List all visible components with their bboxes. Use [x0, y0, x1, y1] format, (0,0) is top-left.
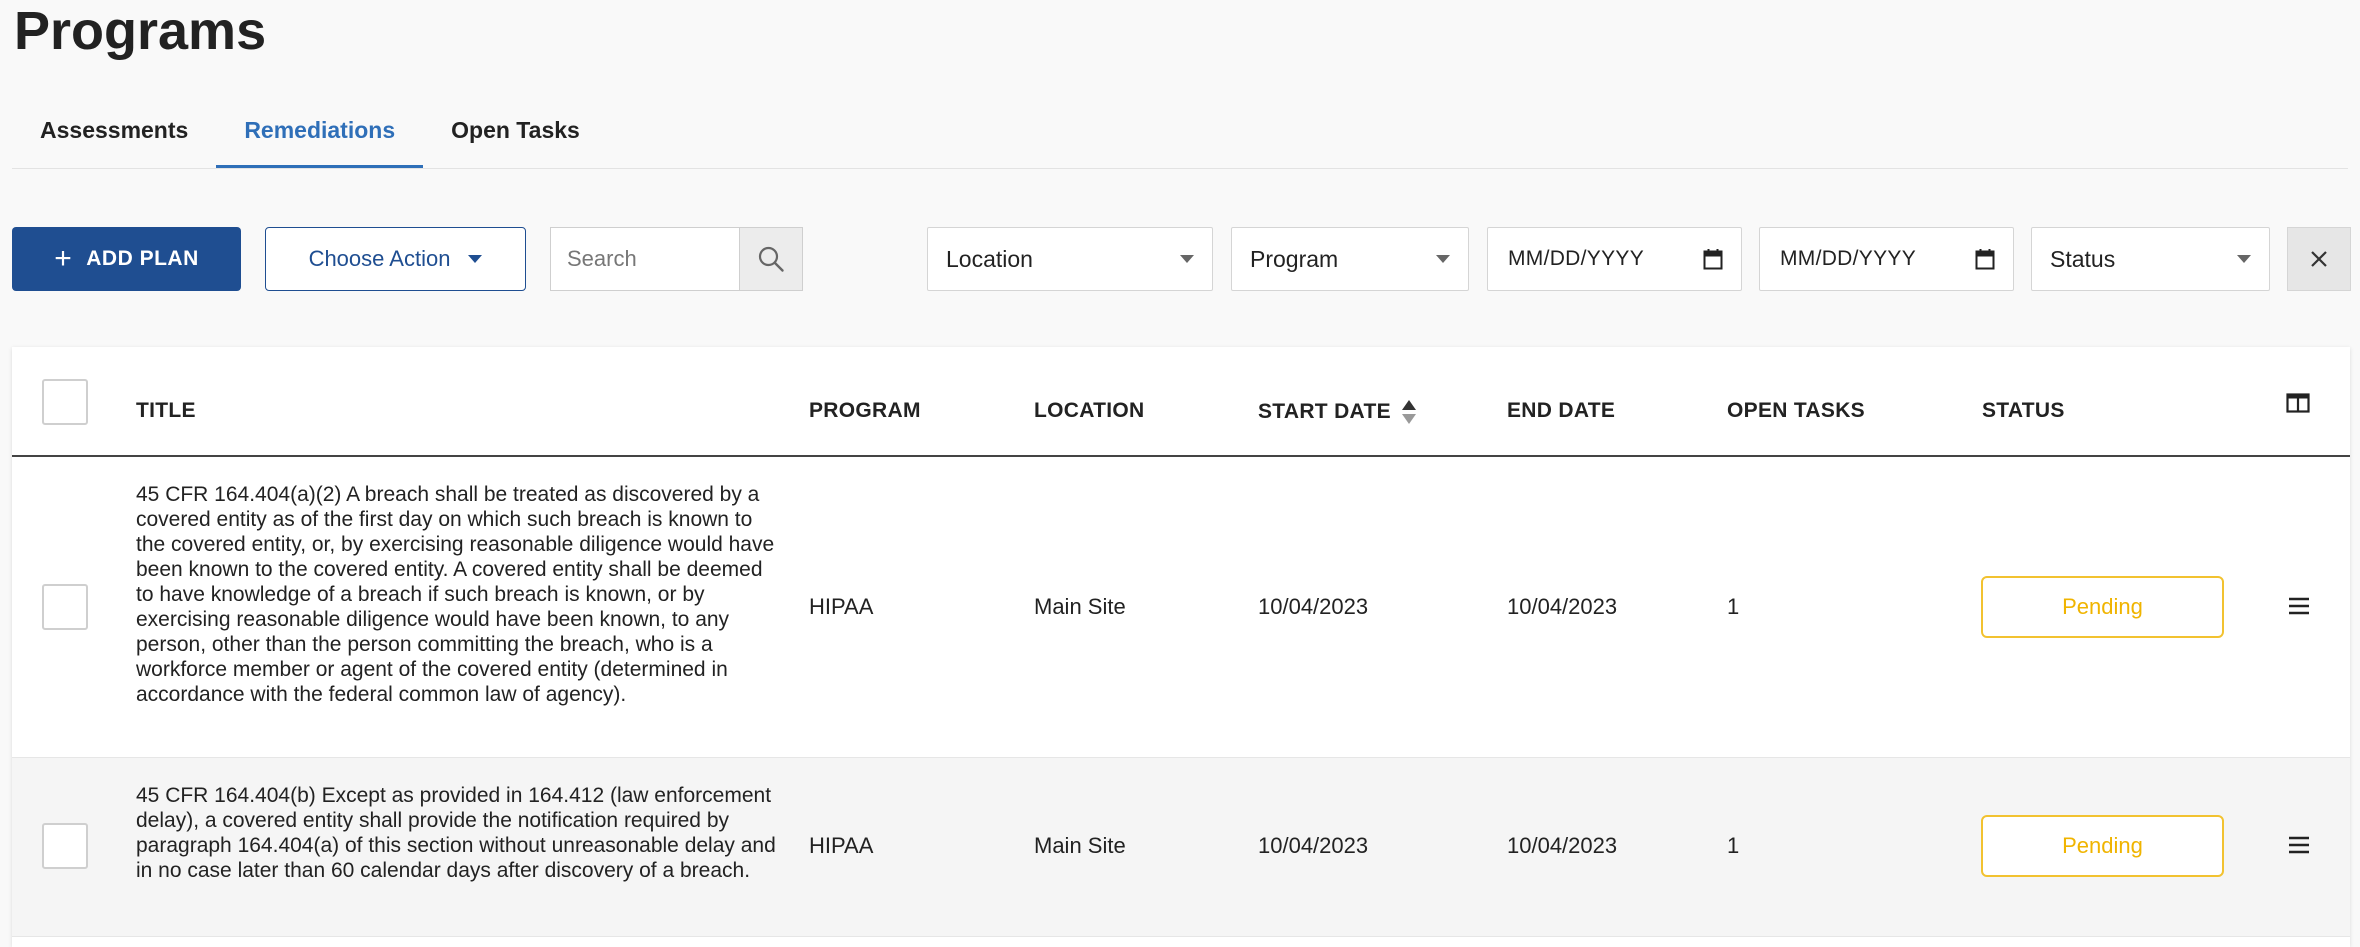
row-program: HIPAA — [809, 594, 874, 619]
row-start-date: 10/04/2023 — [1258, 833, 1369, 858]
table-row[interactable]: 45 CFR 164.404(a)(2) A breach shall be t… — [12, 457, 2350, 758]
sort-icon[interactable] — [1401, 399, 1417, 425]
column-header-location[interactable]: LOCATION — [1034, 399, 1145, 423]
program-select-label: Program — [1250, 245, 1339, 272]
plus-icon: + — [54, 242, 73, 275]
hamburger-menu-icon[interactable] — [2288, 597, 2310, 615]
tab-assessments[interactable]: Assessments — [12, 100, 216, 168]
tab-bar: Assessments Remediations Open Tasks — [12, 100, 2348, 169]
location-select-label: Location — [946, 245, 1033, 272]
row-title: 45 CFR 164.404(b) Except as provided in … — [136, 784, 776, 882]
row-end-date: 10/04/2023 — [1507, 833, 1618, 858]
column-header-program[interactable]: PROGRAM — [809, 399, 921, 423]
search-input[interactable] — [551, 228, 739, 290]
start-date-placeholder: MM/DD/YYYY — [1508, 247, 1645, 270]
table-row[interactable]: 45 CFR 164.404(b) Except as provided in … — [12, 758, 2350, 937]
columns-icon[interactable] — [2286, 393, 2310, 413]
status-select[interactable]: Status — [2031, 227, 2270, 291]
row-checkbox[interactable] — [42, 823, 88, 869]
status-select-label: Status — [2050, 245, 2116, 272]
row-checkbox[interactable] — [42, 584, 88, 630]
calendar-icon[interactable] — [1703, 248, 1723, 270]
calendar-icon[interactable] — [1975, 248, 1995, 270]
remediations-table: TITLE PROGRAM LOCATION START DATE END DA… — [12, 347, 2350, 947]
row-end-date: 10/04/2023 — [1507, 594, 1618, 619]
end-date-placeholder: MM/DD/YYYY — [1780, 247, 1917, 270]
column-header-status[interactable]: STATUS — [1982, 399, 2065, 423]
caret-down-icon — [1180, 255, 1194, 263]
row-program: HIPAA — [809, 833, 874, 858]
hamburger-menu-icon[interactable] — [2288, 836, 2310, 854]
caret-down-icon — [1436, 255, 1450, 263]
choose-action-button[interactable]: Choose Action — [265, 227, 526, 291]
status-badge[interactable]: Pending — [1981, 815, 2224, 877]
location-select[interactable]: Location — [927, 227, 1213, 291]
end-date-field[interactable]: MM/DD/YYYY — [1759, 227, 2014, 291]
row-open-tasks: 1 — [1727, 833, 1740, 858]
add-plan-button[interactable]: + ADD PLAN — [12, 227, 241, 291]
tab-remediations[interactable]: Remediations — [216, 100, 424, 168]
table-header: TITLE PROGRAM LOCATION START DATE END DA… — [12, 347, 2350, 457]
choose-action-label: Choose Action — [308, 246, 451, 271]
row-open-tasks: 1 — [1727, 594, 1740, 619]
program-select[interactable]: Program — [1231, 227, 1469, 291]
row-location: Main Site — [1034, 594, 1126, 619]
clear-filters-button[interactable] — [2287, 227, 2351, 291]
caret-down-icon — [468, 255, 483, 263]
close-icon — [2311, 251, 2327, 267]
status-badge[interactable]: Pending — [1981, 576, 2224, 638]
search-icon — [758, 246, 784, 272]
search-button[interactable] — [739, 228, 802, 290]
column-header-start-date[interactable]: START DATE — [1258, 399, 1417, 425]
page-title: Programs — [14, 1, 267, 61]
select-all-checkbox[interactable] — [42, 379, 88, 425]
tab-open-tasks[interactable]: Open Tasks — [423, 100, 608, 168]
row-location: Main Site — [1034, 833, 1126, 858]
row-title: 45 CFR 164.404(a)(2) A breach shall be t… — [136, 483, 775, 706]
column-header-end-date[interactable]: END DATE — [1507, 399, 1615, 423]
search-box — [550, 227, 803, 291]
column-header-open-tasks[interactable]: OPEN TASKS — [1727, 399, 1865, 423]
start-date-field[interactable]: MM/DD/YYYY — [1487, 227, 1742, 291]
caret-down-icon — [2237, 255, 2251, 263]
row-start-date: 10/04/2023 — [1258, 594, 1369, 619]
column-header-title[interactable]: TITLE — [136, 399, 196, 423]
add-plan-label: ADD PLAN — [86, 247, 199, 270]
